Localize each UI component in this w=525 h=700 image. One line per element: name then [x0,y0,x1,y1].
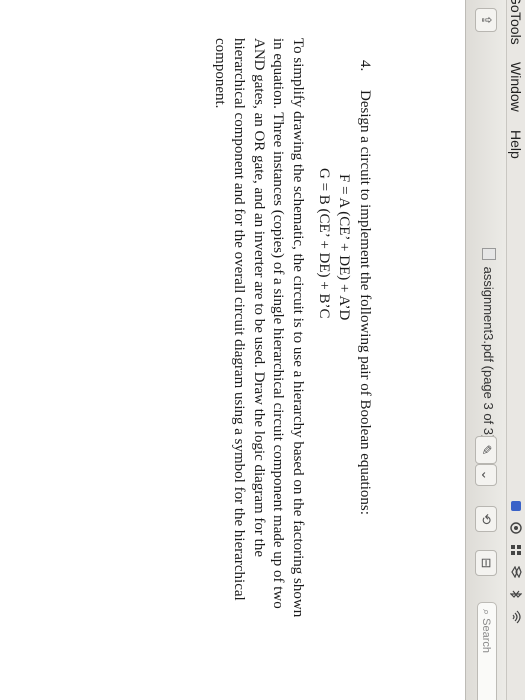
dropbox-icon[interactable] [510,566,522,578]
app-icon[interactable] [510,500,522,512]
equation-f: F = A (CE’ + DE) + A’D [336,174,352,321]
menu-help[interactable]: Help [508,130,524,159]
markup-button[interactable]: ✎ [475,436,497,464]
grid-icon[interactable] [510,544,522,556]
body-line: AND gates, an OR gate, and an inverter a… [251,38,267,557]
body-line: in equation. Three instances (copies) of… [270,38,287,609]
pdf-viewer-window: Go Tools Window Help ⇪ assignment3.pdf (… [0,0,525,700]
search-icon: ⌕ [480,609,492,616]
menu-tools[interactable]: Tools [508,12,524,45]
document-title-text: assignment3.pdf (page 3 of 3) [481,266,496,440]
camera-icon[interactable] [510,522,522,534]
pdf-page: 4. Design a circuit to implement the fol… [0,0,465,700]
share-button[interactable]: ⇪ [475,8,497,32]
share-icon: ⇪ [479,14,494,26]
rotate-icon: ⟲ [479,513,494,525]
menu-go[interactable]: Go [508,0,524,13]
toolbox-button[interactable]: ⊟ [475,550,497,576]
problem-number: 4. [357,60,373,72]
problem-body: To simplify drawing the schematic, the c… [210,38,308,618]
chevron-down-icon: ⌄ [479,469,494,481]
menu-bar: Go Tools Window Help [506,0,525,700]
toolbar: ⇪ assignment3.pdf (page 3 of 3) ⌄ ✎ ⌄ ⟲ … [465,0,506,700]
markup-menu-button[interactable]: ⌄ [475,464,497,486]
equation-g: G = B (CE’ + DE) + B’C [316,168,332,319]
bluetooth-icon[interactable] [510,588,522,600]
body-line: component. [212,38,228,109]
wifi-icon[interactable] [510,610,522,624]
photo-stage: Go Tools Window Help ⇪ assignment3.pdf (… [0,0,525,700]
search-placeholder: Search [480,618,492,654]
body-line: hierarchical component and for the overa… [231,38,248,601]
search-input[interactable]: ⌕ Search [477,602,497,700]
rotate-button[interactable]: ⟲ [475,506,497,532]
body-line: To simplify drawing the schematic, the c… [290,38,306,618]
document-title[interactable]: assignment3.pdf (page 3 of 3) ⌄ [480,248,496,454]
menu-window[interactable]: Window [508,62,524,112]
pdf-file-icon [482,248,496,260]
problem-heading: Design a circuit to implement the follow… [357,90,373,515]
pen-icon: ✎ [479,444,494,456]
toolbox-icon: ⊟ [479,557,494,569]
